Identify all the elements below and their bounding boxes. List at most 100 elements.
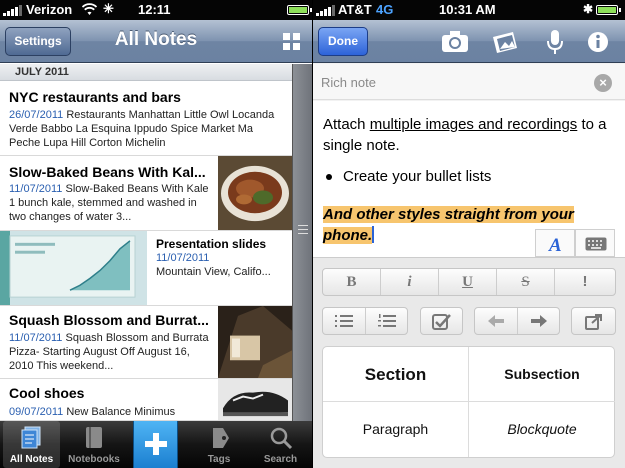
format-toggle-button[interactable]: A: [535, 229, 575, 257]
bullet-list-button[interactable]: [323, 308, 366, 334]
plus-icon: [145, 433, 167, 455]
note-title: Cool shoes: [9, 385, 85, 401]
tab-tags[interactable]: Tags: [195, 421, 243, 468]
note-title: Squash Blossom and Burrat...: [9, 312, 209, 328]
checkbox-icon: [432, 314, 451, 330]
bullet-list-item: Create your bullet lists: [325, 168, 492, 185]
note-snippet-text: Mountain View, Califo...: [156, 266, 271, 278]
subsection-style-button[interactable]: Subsection: [469, 347, 615, 402]
note-snippet: 11/07/2011 Slow-Baked Beans With Kale 1 …: [9, 182, 209, 225]
page-title: All Notes: [114, 29, 198, 50]
note-snippet-text: New Balance Minimus: [66, 406, 176, 418]
italic-button[interactable]: i: [381, 269, 439, 295]
tab-all-notes[interactable]: All Notes: [3, 421, 60, 468]
note-item-nyc[interactable]: NYC restaurants and bars 26/07/2011 Rest…: [0, 82, 292, 156]
note-snippet: 09/07/2011 New Balance Minimus: [9, 405, 209, 420]
editor-navbar: Done: [313, 20, 625, 63]
keyboard-icon: [585, 237, 607, 251]
underline-button[interactable]: U: [439, 269, 497, 295]
camera-icon[interactable]: [441, 29, 469, 55]
note-date: 09/07/2011: [9, 406, 64, 418]
text-cursor: [372, 226, 375, 243]
numbered-list-icon: [377, 314, 396, 327]
grid-icon[interactable]: [283, 33, 300, 50]
note-item-presentation[interactable]: Presentation slides 11/07/2011 Mountain V…: [0, 231, 292, 306]
note-date: 11/07/2011: [9, 183, 63, 195]
list-scrollbar[interactable]: [292, 64, 312, 421]
arrow-left-icon: [488, 315, 504, 327]
note-title: NYC restaurants and bars: [9, 89, 181, 105]
clear-title-icon[interactable]: ×: [594, 74, 612, 92]
tab-label: Notebooks: [68, 454, 120, 465]
paragraph-style-button[interactable]: Paragraph: [323, 402, 469, 457]
network-label: 4G: [376, 2, 394, 17]
indent-button[interactable]: [518, 308, 559, 334]
svg-text:A: A: [548, 235, 562, 254]
search-icon: [270, 427, 293, 450]
bold-button[interactable]: B: [323, 269, 381, 295]
photo-icon[interactable]: [491, 29, 519, 55]
notebook-icon: [86, 427, 102, 448]
note-date: 11/07/2011: [156, 252, 210, 264]
battery-icon: [287, 5, 312, 15]
note-date: 11/07/2011: [9, 332, 63, 344]
highlight-button[interactable]: !: [555, 269, 615, 295]
new-note-button[interactable]: [133, 421, 178, 468]
para-text: Attach: [323, 116, 370, 133]
notes-navbar: Settings All Notes: [0, 20, 312, 63]
notes-list-screen: Verizon ✳ 12:11 Settings All Notes JULY …: [0, 0, 312, 468]
screen: Verizon ✳ 12:11 Settings All Notes JULY …: [0, 0, 625, 468]
strikethrough-button[interactable]: S: [497, 269, 555, 295]
info-icon[interactable]: [584, 29, 612, 55]
checkbox-button[interactable]: [420, 307, 463, 335]
note-editor-screen: AT&T 4G 10:31 AM ✱ Done Rich note × Atta…: [313, 0, 625, 468]
tab-search[interactable]: Search: [252, 421, 309, 468]
share-button[interactable]: [571, 307, 616, 335]
pizza-photo-thumbnail: [218, 306, 292, 378]
slide-photo-thumbnail: [0, 231, 147, 305]
tag-icon: [213, 428, 229, 448]
tab-notebooks[interactable]: Notebooks: [63, 421, 125, 468]
food-photo-thumbnail: [218, 156, 292, 230]
note-snippet: 26/07/2011 Restaurants Manhattan Little …: [9, 108, 287, 151]
microphone-icon[interactable]: [541, 29, 569, 55]
carrier-label: Verizon: [26, 2, 73, 17]
body-paragraph: Attach multiple images and recordings to…: [323, 114, 618, 156]
note-item-squash[interactable]: Squash Blossom and Burrat... 11/07/2011 …: [0, 306, 292, 379]
carrier-label: AT&T: [338, 2, 372, 17]
status-bar: AT&T 4G 10:31 AM ✱: [313, 0, 625, 20]
numbered-list-button[interactable]: [366, 308, 407, 334]
note-title-bar[interactable]: Rich note ×: [313, 64, 625, 100]
outdent-button[interactable]: [475, 308, 518, 334]
battery-icon: [596, 5, 621, 15]
activity-spinner-icon: ✳: [103, 1, 114, 16]
shoe-photo-thumbnail: [218, 379, 292, 420]
text-style-segment: B i U S !: [322, 268, 616, 296]
clock: 10:31 AM: [439, 2, 496, 17]
note-date: 26/07/2011: [9, 109, 64, 121]
paragraph-style-grid: Section Subsection Paragraph Blockquote: [322, 346, 615, 458]
note-snippet: 11/07/2011 Mountain View, Califo...: [156, 251, 286, 281]
bluetooth-icon: ✱: [583, 2, 594, 16]
format-toolbar: B i U S ! Section Subsection Paragraph B…: [313, 257, 625, 468]
section-style-button[interactable]: Section: [323, 347, 469, 402]
blockquote-style-button[interactable]: Blockquote: [469, 402, 615, 457]
status-bar: Verizon ✳ 12:11: [0, 0, 312, 20]
all-notes-icon: [21, 426, 41, 449]
tab-label: Tags: [207, 454, 231, 465]
note-snippet: 11/07/2011 Squash Blossom and Burrata Pi…: [9, 331, 209, 374]
tab-label: All Notes: [9, 454, 54, 465]
done-button[interactable]: Done: [318, 27, 368, 56]
month-section-header: JULY 2011: [0, 64, 292, 81]
indent-segment: [474, 307, 560, 335]
tab-label: Search: [263, 454, 298, 465]
note-item-shoes[interactable]: Cool shoes 09/07/2011 New Balance Minimu…: [0, 379, 292, 421]
note-title-placeholder[interactable]: Rich note: [321, 75, 376, 90]
clock: 12:11: [138, 2, 171, 17]
note-title: Presentation slides: [156, 237, 267, 251]
keyboard-toggle-button[interactable]: [575, 229, 615, 257]
arrow-right-icon: [530, 315, 547, 327]
note-item-beans[interactable]: Slow-Baked Beans With Kal... 11/07/2011 …: [0, 156, 292, 231]
scroll-grip-icon[interactable]: [298, 225, 308, 237]
bullet-list-icon: [335, 315, 353, 327]
